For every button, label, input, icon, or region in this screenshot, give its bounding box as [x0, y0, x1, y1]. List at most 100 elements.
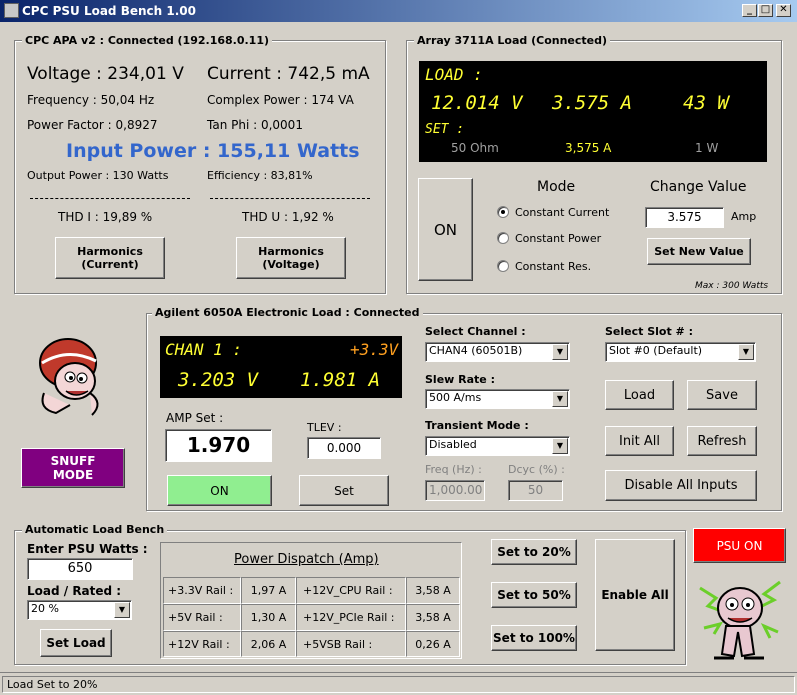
table-cell: 3,58 A [406, 604, 460, 631]
chevron-down-icon[interactable]: ▼ [552, 344, 568, 360]
divider [210, 198, 370, 199]
init-all-button[interactable]: Init All [605, 426, 674, 456]
mascot-helmet-logo [39, 338, 99, 416]
maximize-button[interactable]: □ [758, 4, 773, 17]
transient-mode-value: Disabled [429, 438, 477, 451]
set-to-100-button[interactable]: Set to 100% [491, 625, 577, 651]
chevron-down-icon[interactable]: ▼ [552, 438, 568, 454]
set-to-50-button[interactable]: Set to 50% [491, 582, 577, 608]
agilent-lcd-rail: +3.3V [350, 340, 399, 359]
select-slot-label: Select Slot # : [605, 325, 694, 338]
snuff-mode-button[interactable]: SNUFF MODE [21, 448, 125, 488]
window-title: CPC PSU Load Bench 1.00 [22, 4, 196, 18]
cpc-frequency: Frequency : 50,04 Hz [27, 93, 155, 107]
save-button[interactable]: Save [687, 380, 757, 410]
array-set-power: 1 W [695, 141, 719, 155]
set-load-button[interactable]: Set Load [40, 629, 112, 657]
mode-constant-res-radio[interactable] [497, 260, 509, 272]
chevron-down-icon[interactable]: ▼ [114, 602, 130, 618]
mode-constant-current-label[interactable]: Constant Current [515, 206, 609, 219]
load-rated-value: 20 % [31, 602, 59, 615]
agilent-lcd-voltage: 3.203 V [178, 369, 259, 391]
agilent-on-button[interactable]: ON [167, 475, 272, 506]
cpc-thd-u: THD U : 1,92 % [242, 210, 334, 224]
psu-watts-input[interactable]: 650 [27, 558, 133, 580]
refresh-button[interactable]: Refresh [687, 426, 757, 456]
transient-mode-dropdown[interactable]: Disabled ▼ [425, 436, 570, 456]
table-cell: +12V Rail : [163, 631, 241, 657]
agilent-group-label: Agilent 6050A Electronic Load : Connecte… [152, 306, 423, 319]
load-button[interactable]: Load [605, 380, 674, 410]
select-slot-value: Slot #0 (Default) [609, 344, 703, 357]
bench-group-label: Automatic Load Bench [22, 523, 168, 536]
disable-all-inputs-button[interactable]: Disable All Inputs [605, 470, 757, 501]
mode-constant-power-label[interactable]: Constant Power [515, 232, 601, 245]
harmonics-voltage-label: Harmonics [258, 245, 324, 258]
mode-constant-current-radio[interactable] [497, 206, 509, 218]
minimize-button[interactable]: _ [742, 4, 757, 17]
array-set-current: 3,575 A [565, 141, 612, 155]
close-button[interactable]: ✕ [776, 4, 791, 17]
harmonics-voltage-sublabel: (Voltage) [262, 258, 320, 271]
cpc-efficiency: Efficiency : 83,81% [207, 169, 313, 182]
slew-rate-dropdown[interactable]: 500 A/ms ▼ [425, 389, 570, 409]
psu-on-button[interactable]: PSU ON [693, 528, 786, 563]
cpc-output-power: Output Power : 130 Watts [27, 169, 169, 182]
table-cell: 3,58 A [406, 577, 460, 604]
array-max-note: Max : 300 Watts [695, 281, 769, 291]
chevron-down-icon[interactable]: ▼ [738, 344, 754, 360]
psu-watts-label: Enter PSU Watts : [27, 542, 148, 556]
set-new-value-button[interactable]: Set New Value [647, 238, 751, 265]
array-unit: Amp [731, 210, 757, 223]
mode-constant-power-radio[interactable] [497, 232, 509, 244]
array-lcd-voltage: 12.014 V [431, 92, 523, 114]
array-group-label: Array 3711A Load (Connected) [414, 34, 611, 47]
harmonics-current-button[interactable]: Harmonics (Current) [55, 237, 165, 279]
tlev-label: TLEV : [307, 421, 342, 434]
cpc-tan-phi: Tan Phi : 0,0001 [207, 118, 303, 132]
load-rated-dropdown[interactable]: 20 % ▼ [27, 600, 132, 620]
agilent-set-button[interactable]: Set [299, 475, 389, 506]
dcyc-input: 50 [508, 480, 563, 501]
title-bar: CPC PSU Load Bench 1.00 _ □ ✕ [0, 0, 797, 22]
table-cell: +12V_PCIe Rail : [296, 604, 406, 631]
harmonics-current-sublabel: (Current) [81, 258, 139, 271]
load-rated-label: Load / Rated : [27, 584, 122, 598]
table-cell: +5V Rail : [163, 604, 241, 631]
agilent-lcd: CHAN 1 : +3.3V 3.203 V 1.981 A [160, 336, 402, 398]
cpc-thd-i: THD I : 19,89 % [58, 210, 153, 224]
amp-set-input[interactable]: 1.970 [165, 429, 272, 462]
power-dispatch-title: Power Dispatch (Amp) [234, 552, 379, 567]
table-cell: 1,30 A [241, 604, 296, 631]
array-lcd-set-label: SET : [425, 122, 465, 137]
app-icon [4, 3, 19, 18]
status-text: Load Set to 20% [2, 676, 795, 693]
chevron-down-icon[interactable]: ▼ [552, 391, 568, 407]
array-value-input[interactable]: 3.575 [645, 207, 724, 228]
harmonics-voltage-button[interactable]: Harmonics (Voltage) [236, 237, 346, 279]
table-cell: 1,97 A [241, 577, 296, 604]
enable-all-button[interactable]: Enable All [595, 539, 675, 651]
array-change-title: Change Value [650, 179, 747, 195]
select-channel-dropdown[interactable]: CHAN4 (60501B) ▼ [425, 342, 570, 362]
table-cell: +3.3V Rail : [163, 577, 241, 604]
tlev-input[interactable]: 0.000 [307, 437, 381, 459]
array-lcd: LOAD : 12.014 V 3.575 A 43 W SET : 50 Oh… [419, 61, 767, 162]
cpc-voltage: Voltage : 234,01 V [27, 64, 184, 84]
table-cell: +5VSB Rail : [296, 631, 406, 657]
cpc-power-factor: Power Factor : 0,8927 [27, 118, 158, 132]
array-set-mode: 50 Ohm [451, 141, 499, 155]
table-cell: 2,06 A [241, 631, 296, 657]
array-lcd-title: LOAD : [425, 65, 483, 84]
mode-constant-res-label[interactable]: Constant Res. [515, 260, 591, 273]
slew-rate-value: 500 A/ms [429, 391, 482, 404]
snuff-mode-line2: MODE [52, 468, 94, 482]
select-slot-dropdown[interactable]: Slot #0 (Default) ▼ [605, 342, 756, 362]
agilent-lcd-channel: CHAN 1 : [165, 340, 243, 359]
set-to-20-button[interactable]: Set to 20% [491, 539, 577, 565]
array-on-button[interactable]: ON [418, 178, 473, 281]
cpc-current: Current : 742,5 mA [207, 64, 370, 84]
cpc-input-power: Input Power : 155,11 Watts [66, 140, 360, 162]
table-cell: 0,26 A [406, 631, 460, 657]
freq-input: 1,000.00 [425, 480, 485, 501]
